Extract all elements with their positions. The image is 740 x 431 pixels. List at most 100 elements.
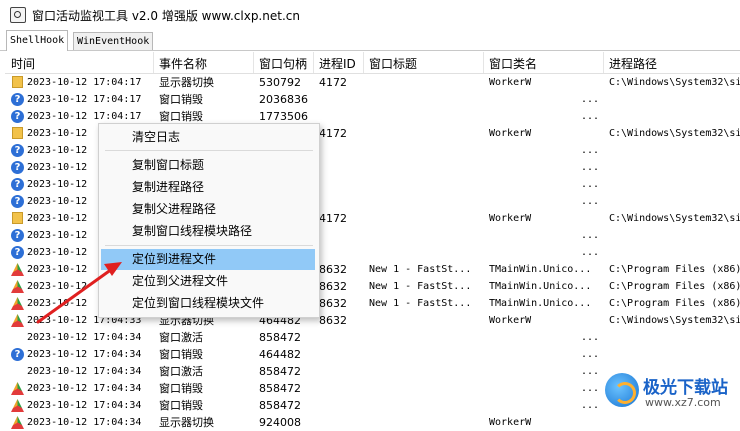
cell-pid: 8632 <box>319 314 347 327</box>
cell-pid <box>319 227 361 244</box>
cell-pid: 8632 <box>319 263 347 276</box>
cell-time: 2023-10-12 17:04:34 <box>27 349 142 360</box>
cell-event: 窗口销毁 <box>159 382 203 395</box>
cell-hwnd: 858472 <box>259 331 301 344</box>
cell-path: C:\Windows\System32\si <box>609 213 740 224</box>
window-title: 窗口活动监视工具 v2.0 增强版 www.clxp.net.cn <box>32 9 300 23</box>
cell-hwnd: 464482 <box>259 348 301 361</box>
app-icon <box>11 314 24 327</box>
folder-icon <box>12 127 23 139</box>
context-menu: 清空日志 复制窗口标题 复制进程路径 复制父进程路径 复制窗口线程模块路径 定位… <box>98 123 320 318</box>
cell-wtitle <box>369 176 481 193</box>
cell-pid <box>319 193 361 210</box>
cell-pid: 4172 <box>319 76 347 89</box>
menu-item-copy-window-title[interactable]: 复制窗口标题 <box>101 155 315 176</box>
cell-path <box>609 329 740 346</box>
help-icon: ? <box>11 229 24 242</box>
cell-cls: TMainWin.Unico... <box>489 281 592 292</box>
cell-pid: 8632 <box>319 297 347 310</box>
cell-path <box>609 159 740 176</box>
column-header-time[interactable]: 时间 <box>11 55 35 72</box>
cell-wtitle <box>369 312 481 329</box>
cell-cls: ... <box>580 247 599 258</box>
cell-wtitle <box>369 125 481 142</box>
app-icon <box>11 416 24 429</box>
cell-pid: 4172 <box>319 212 347 225</box>
cell-pid <box>319 244 361 261</box>
cell-event: 显示器切换 <box>159 416 214 429</box>
cell-pid <box>319 176 361 193</box>
cell-hwnd: 858472 <box>259 382 301 395</box>
cell-path <box>609 346 740 363</box>
menu-item-locate-parent-file[interactable]: 定位到父进程文件 <box>101 271 315 292</box>
cell-cls: WorkerW <box>489 417 532 428</box>
cell-wtitle <box>369 227 481 244</box>
cell-time: 2023-10-12 17:04:34 <box>27 332 142 343</box>
menu-item-copy-module-path[interactable]: 复制窗口线程模块路径 <box>101 221 315 242</box>
menu-separator <box>105 245 313 246</box>
cell-cls: ... <box>580 366 599 377</box>
cell-path <box>609 91 740 108</box>
menu-item-copy-process-path[interactable]: 复制进程路径 <box>101 177 315 198</box>
cell-wtitle <box>369 414 481 431</box>
cell-hwnd: 530792 <box>259 76 301 89</box>
menu-item-clear-log[interactable]: 清空日志 <box>101 127 315 148</box>
cell-pid <box>319 159 361 176</box>
cell-pid <box>319 108 361 125</box>
cell-pid <box>319 380 361 397</box>
column-header-path[interactable]: 进程路径 <box>609 55 657 72</box>
cell-pid <box>319 397 361 414</box>
app-icon <box>11 399 24 412</box>
magnifier-app-icon <box>10 7 26 23</box>
menu-separator <box>105 150 313 151</box>
folder-icon <box>12 76 23 88</box>
app-icon <box>11 280 24 293</box>
cell-cls: ... <box>580 332 599 343</box>
cell-cls: ... <box>580 400 599 411</box>
help-icon: ? <box>11 178 24 191</box>
menu-item-locate-process-file[interactable]: 定位到进程文件 <box>101 249 315 270</box>
tab-shellhook[interactable]: ShellHook <box>6 30 69 51</box>
help-icon: ? <box>11 110 24 123</box>
menu-item-copy-parent-path[interactable]: 复制父进程路径 <box>101 199 315 220</box>
cell-pid: 8632 <box>319 280 347 293</box>
watermark-url: www.xz7.com <box>645 396 721 409</box>
table-header: 时间 事件名称 窗口句柄 进程ID 窗口标题 窗口类名 进程路径 <box>5 52 740 74</box>
title-bar: 窗口活动监视工具 v2.0 增强版 www.clxp.net.cn <box>0 0 740 30</box>
cell-path <box>609 227 740 244</box>
table-row[interactable]: ? 2023-10-12 17:04:34 窗口销毁 464482... <box>5 346 740 363</box>
cell-wtitle <box>369 363 481 380</box>
app-icon <box>11 263 24 276</box>
cell-time: 2023-10-12 17:04:34 <box>27 383 142 394</box>
cell-cls: WorkerW <box>489 77 532 88</box>
watermark-logo-icon <box>605 373 639 407</box>
cell-pid <box>319 346 361 363</box>
column-header-pid[interactable]: 进程ID <box>319 55 356 72</box>
cell-cls: WorkerW <box>489 128 532 139</box>
cell-wtitle <box>369 397 481 414</box>
cell-path: C:\Program Files (x86) <box>609 298 740 309</box>
table-row[interactable]: 2023-10-12 17:04:17 显示器切换 530792 4172 Worker… <box>5 74 740 91</box>
cell-cls: ... <box>580 145 599 156</box>
cell-cls: WorkerW <box>489 213 532 224</box>
column-header-event[interactable]: 事件名称 <box>159 55 207 72</box>
cell-wtitle <box>369 346 481 363</box>
cell-hwnd: 924008 <box>259 416 301 429</box>
cell-cls: TMainWin.Unico... <box>489 264 592 275</box>
column-header-window-title[interactable]: 窗口标题 <box>369 55 417 72</box>
column-header-class[interactable]: 窗口类名 <box>489 55 537 72</box>
cell-wtitle <box>369 380 481 397</box>
cell-cls: ... <box>580 349 599 360</box>
cell-wtitle <box>369 159 481 176</box>
cell-path: C:\Windows\System32\si <box>609 315 740 326</box>
table-row[interactable]: 2023-10-12 17:04:34 窗口激活 858472... <box>5 329 740 346</box>
cell-event: 窗口销毁 <box>159 93 203 106</box>
cell-pid <box>319 142 361 159</box>
table-row[interactable]: ? 2023-10-12 17:04:17 窗口销毁 2036836... <box>5 91 740 108</box>
column-header-hwnd[interactable]: 窗口句柄 <box>259 55 307 72</box>
cell-time: 2023-10-12 17:04:17 <box>27 94 142 105</box>
menu-item-locate-module-file[interactable]: 定位到窗口线程模块文件 <box>101 293 315 314</box>
cell-event: 显示器切换 <box>159 76 214 89</box>
cell-path: C:\Program Files (x86) <box>609 264 740 275</box>
tab-wineventhook[interactable]: WinEventHook <box>73 32 154 50</box>
